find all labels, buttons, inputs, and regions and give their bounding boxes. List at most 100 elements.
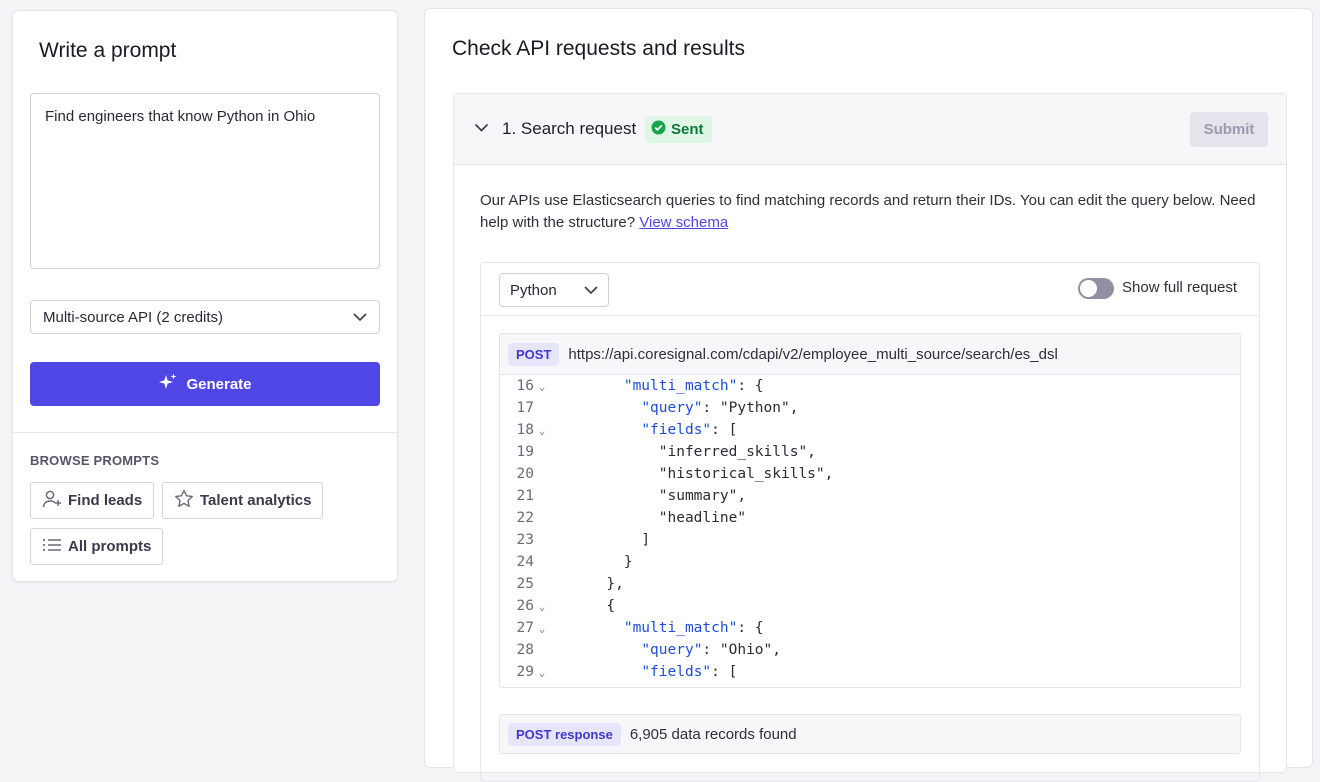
code-line: 18 ⌄ "fields": [ — [500, 419, 1240, 441]
toggle-knob — [1080, 280, 1097, 297]
code-line: 23 ] — [500, 529, 1240, 551]
check-circle-icon — [651, 120, 666, 139]
code-line: 22 "headline" — [500, 507, 1240, 529]
sparkles-icon — [158, 372, 178, 396]
prompt-card-title: Write a prompt — [39, 39, 177, 62]
code-line: 20 "historical_skills", — [500, 463, 1240, 485]
status-text: Sent — [671, 121, 704, 138]
star-icon — [174, 489, 194, 512]
line-number: 26 — [516, 598, 534, 614]
line-number: 24 — [516, 554, 534, 570]
code-line: 19 "inferred_skills", — [500, 441, 1240, 463]
code-text: "fields": [ — [641, 422, 738, 438]
code-text: ] — [641, 532, 651, 548]
line-number: 17 — [516, 400, 534, 416]
search-description: Our APIs use Elasticsearch queries to fi… — [480, 190, 1260, 234]
line-number: 27 — [516, 620, 534, 636]
code-line: 28 "query": "Ohio", — [500, 639, 1240, 661]
line-number: 23 — [516, 532, 534, 548]
fold-chevron-icon[interactable]: ⌄ — [534, 666, 550, 679]
divider — [13, 432, 397, 433]
code-panel: Python Show full request POST https://ap… — [480, 262, 1260, 782]
chip-label: All prompts — [68, 538, 152, 555]
request-url-bar: POST https://api.coresignal.com/cdapi/v2… — [500, 334, 1240, 375]
search-request-title: 1. Search request — [502, 119, 637, 138]
code-key: "fields" — [641, 664, 712, 680]
code-line: 29 ⌄ "fields": [ — [500, 661, 1240, 683]
results-card: Check API requests and results 1. Search… — [424, 8, 1313, 782]
code-line: 26 ⌄ { — [500, 595, 1240, 617]
code-text: "fields": [ — [641, 664, 738, 680]
description-text: Our APIs use Elasticsearch queries to fi… — [480, 192, 1256, 231]
browse-prompts-label: BROWSE PROMPTS — [30, 453, 160, 468]
fold-chevron-icon[interactable]: ⌄ — [534, 380, 550, 393]
show-full-request-label: Show full request — [1122, 279, 1238, 296]
code-text: "query": "Ohio", — [641, 642, 781, 658]
response-badge: POST response — [508, 722, 621, 746]
code-text: } — [623, 554, 633, 570]
code-key: "query" — [641, 642, 703, 658]
response-bar: POST response 6,905 data records found — [499, 714, 1241, 754]
response-summary: 6,905 data records found — [629, 725, 797, 743]
code-text: }, — [606, 576, 624, 592]
code-key: "fields" — [641, 422, 712, 438]
line-number: 29 — [516, 664, 534, 680]
status-badge: Sent — [645, 116, 712, 143]
line-number: 21 — [516, 488, 534, 504]
code-line: 16 ⌄ "multi_match": { — [500, 375, 1240, 397]
show-full-request-toggle[interactable] — [1078, 278, 1114, 299]
request-code-editor[interactable]: POST https://api.coresignal.com/cdapi/v2… — [499, 333, 1241, 688]
line-number: 28 — [516, 642, 534, 658]
code-text: "query": "Python", — [641, 400, 799, 416]
view-schema-link[interactable]: View schema — [639, 214, 728, 231]
chip-all-prompts[interactable]: All prompts — [30, 528, 164, 565]
generate-button[interactable]: Generate — [30, 362, 380, 406]
line-number: 16 — [516, 378, 534, 394]
chip-label: Find leads — [68, 492, 143, 509]
language-value: Python — [510, 281, 557, 299]
code-key: "query" — [641, 400, 703, 416]
code-text: "headline" — [658, 510, 747, 526]
line-number: 22 — [516, 510, 534, 526]
prompt-textarea[interactable]: Find engineers that know Python in Ohio — [30, 93, 380, 269]
fold-chevron-icon[interactable]: ⌄ — [534, 600, 550, 613]
language-select[interactable]: Python — [499, 273, 609, 307]
code-key: "multi_match" — [623, 378, 738, 394]
code-line: 17 "query": "Python", — [500, 397, 1240, 419]
chip-talent-analytics[interactable]: Talent analytics — [162, 482, 324, 519]
code-text: "multi_match": { — [623, 620, 764, 636]
api-select[interactable]: Multi-source API (2 credits) — [30, 300, 380, 334]
submit-button[interactable]: Submit — [1190, 112, 1268, 147]
code-lines: 16 ⌄ "multi_match": {17 "query": "Python"… — [500, 375, 1240, 683]
search-request-header[interactable]: 1. Search request Sent Submit — [454, 94, 1286, 165]
line-number: 19 — [516, 444, 534, 460]
divider — [481, 315, 1259, 316]
chip-label: Talent analytics — [200, 492, 312, 509]
list-icon — [42, 537, 62, 557]
code-line: 21 "summary", — [500, 485, 1240, 507]
results-card-title: Check API requests and results — [452, 37, 745, 60]
generate-label: Generate — [186, 375, 252, 393]
fold-chevron-icon[interactable]: ⌄ — [534, 424, 550, 437]
chevron-down-icon[interactable] — [474, 120, 489, 138]
fold-chevron-icon[interactable]: ⌄ — [534, 622, 550, 635]
code-text: "multi_match": { — [623, 378, 764, 394]
chevron-down-icon — [353, 309, 367, 326]
chip-find-leads[interactable]: Find leads — [30, 482, 155, 519]
line-number: 18 — [516, 422, 534, 438]
code-key: "multi_match" — [623, 620, 738, 636]
code-line: 24 } — [500, 551, 1240, 573]
code-line: 27 ⌄ "multi_match": { — [500, 617, 1240, 639]
request-url: https://api.coresignal.com/cdapi/v2/empl… — [568, 345, 1058, 363]
search-request-panel: 1. Search request Sent Submit Our APIs u… — [453, 93, 1287, 782]
code-text: { — [606, 598, 616, 614]
chevron-down-icon — [584, 282, 598, 299]
prompt-card: Write a prompt Find engineers that know … — [12, 10, 398, 582]
method-badge: POST — [508, 342, 560, 366]
code-text: "historical_skills", — [658, 466, 834, 482]
code-text: "summary", — [658, 488, 747, 504]
line-number: 20 — [516, 466, 534, 482]
line-number: 25 — [516, 576, 534, 592]
add-person-icon — [42, 490, 62, 512]
code-text: "inferred_skills", — [658, 444, 816, 460]
